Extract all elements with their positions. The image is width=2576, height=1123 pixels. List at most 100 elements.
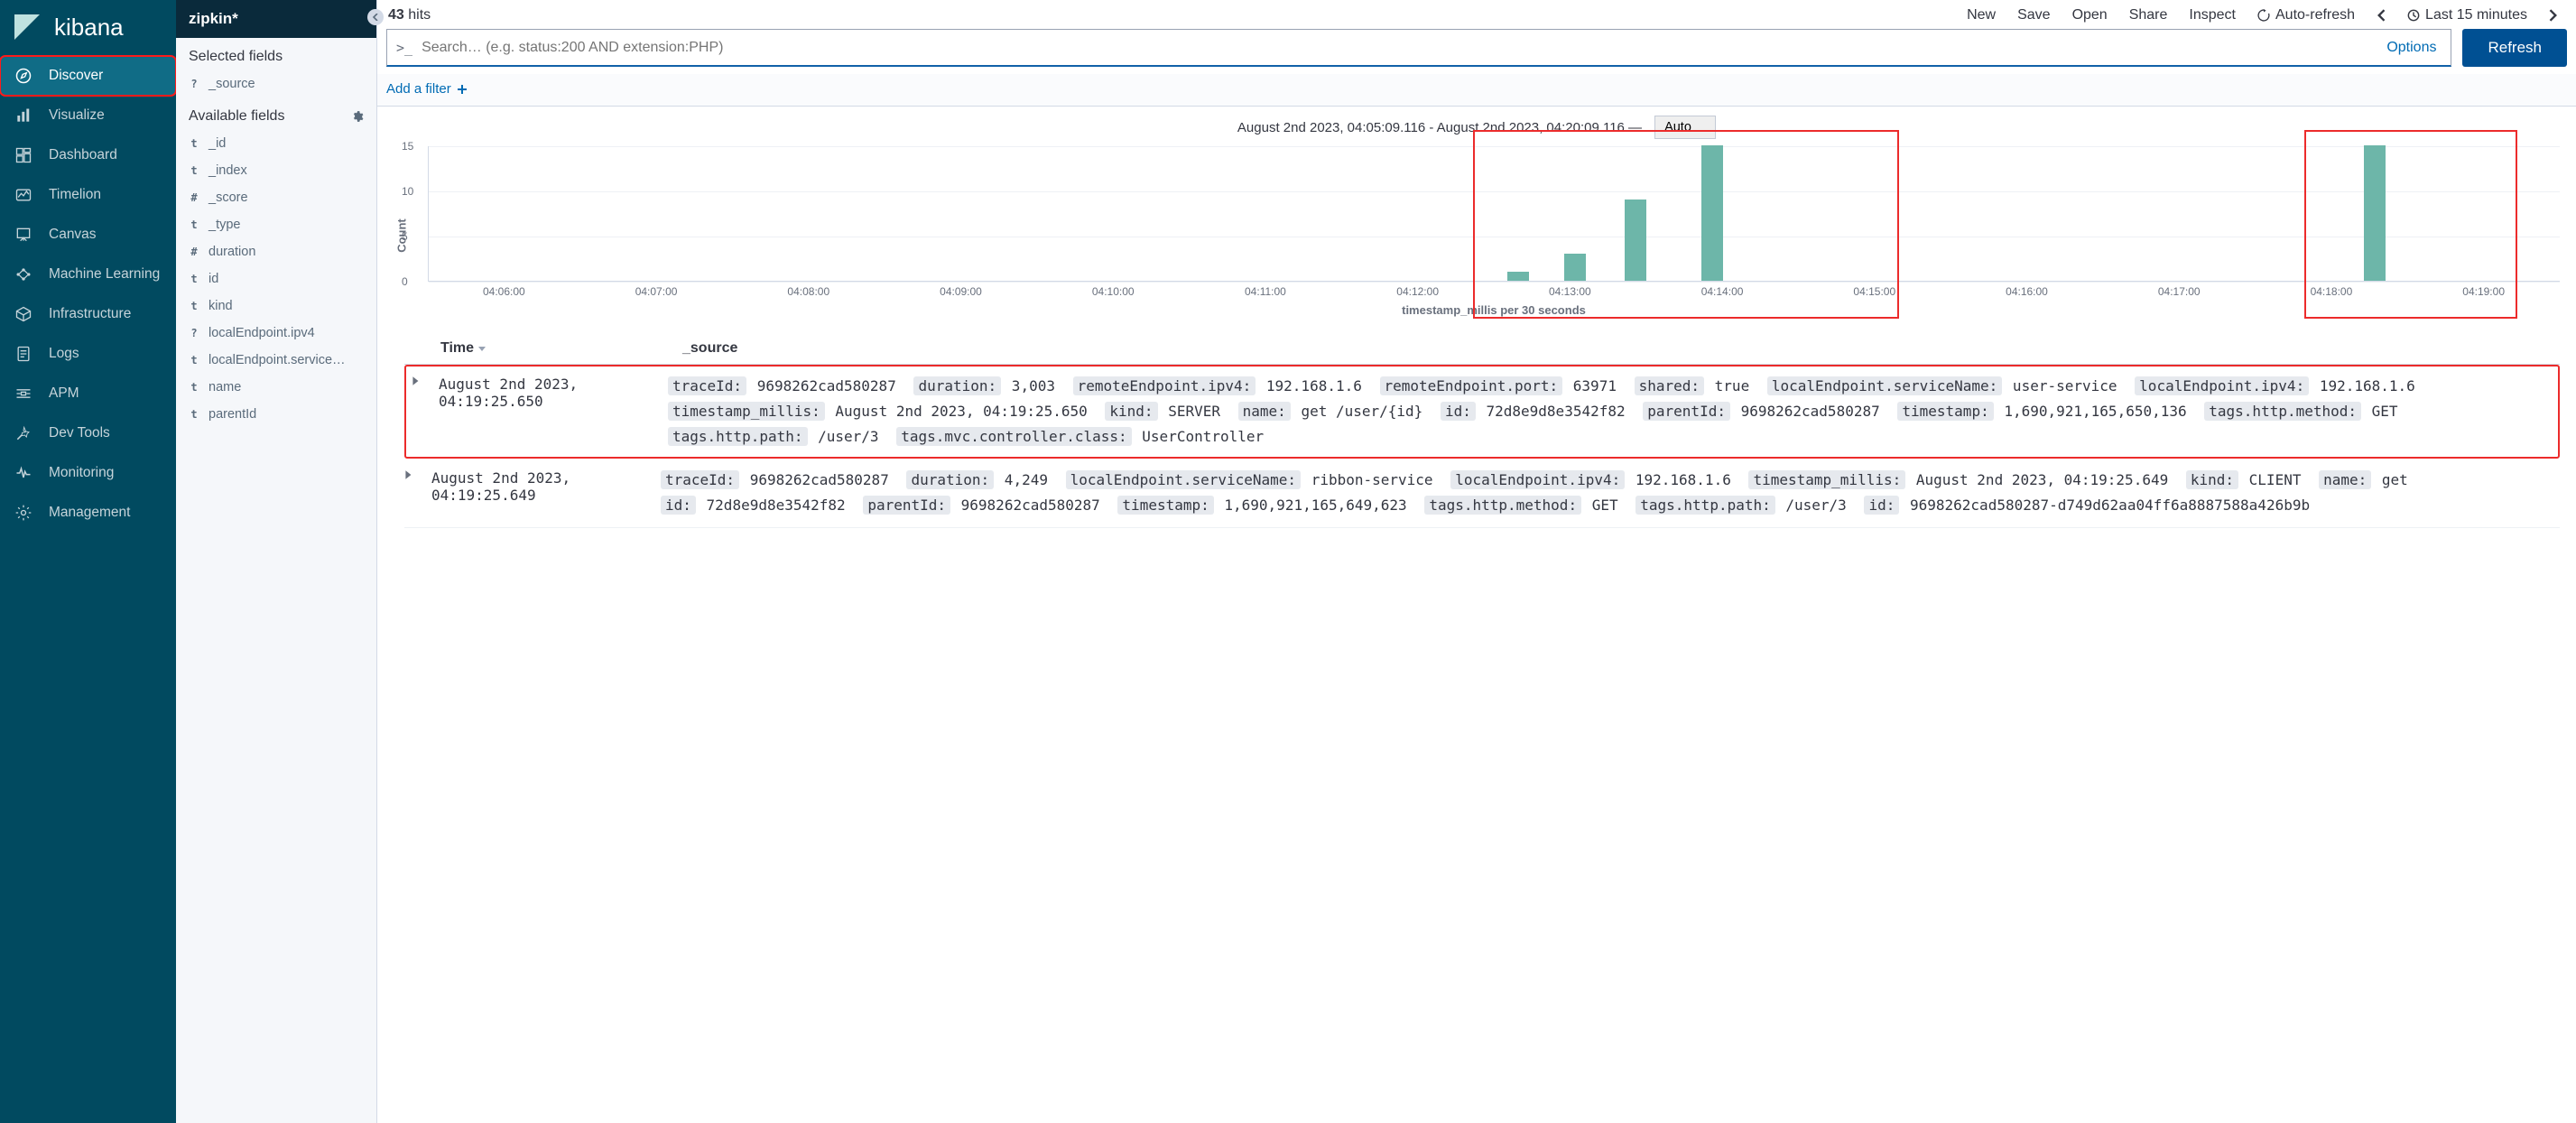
fields-settings-icon[interactable] (351, 110, 364, 123)
y-tick: 10 (402, 185, 413, 198)
open-button[interactable]: Open (2063, 4, 2117, 27)
field-type-icon: t (189, 273, 199, 285)
search-box[interactable]: >_ Options (386, 29, 2451, 67)
index-pattern-name: zipkin* (189, 10, 238, 28)
nav-item-visualize[interactable]: Visualize (0, 96, 176, 135)
field-type-icon: ? (189, 78, 199, 90)
hits-count: 43 hits (386, 7, 431, 23)
search-options-link[interactable]: Options (2381, 40, 2442, 56)
search-prompt-icon: >_ (396, 40, 412, 56)
kibana-brand[interactable]: kibana (0, 0, 176, 56)
x-tick: 04:19:00 (2462, 285, 2505, 298)
search-input[interactable] (422, 40, 2381, 56)
histogram-bar[interactable] (1701, 145, 1723, 281)
histogram-bar[interactable] (1625, 200, 1646, 281)
filter-bar: Add a filter (377, 74, 2576, 107)
topbar: 43 hits New Save Open Share Inspect Auto… (377, 0, 2576, 29)
nav-item-monitoring[interactable]: Monitoring (0, 453, 176, 493)
visualize-icon (14, 107, 32, 125)
plus-icon (457, 84, 468, 95)
field-type-icon: t (189, 381, 199, 394)
auto-refresh-button[interactable]: Auto-refresh (2248, 4, 2364, 27)
kibana-logo-icon (13, 13, 42, 42)
nav-item-apm[interactable]: APM (0, 374, 176, 413)
field--source[interactable]: ?_source (176, 70, 376, 97)
discover-main: 43 hits New Save Open Share Inspect Auto… (377, 0, 2576, 1123)
interval-select[interactable]: Auto (1654, 116, 1716, 139)
nav-item-devtools[interactable]: Dev Tools (0, 413, 176, 453)
field-type-icon: ? (189, 327, 199, 339)
nav-item-canvas[interactable]: Canvas (0, 215, 176, 255)
kibana-nav-sidebar: kibana DiscoverVisualizeDashboardTimelio… (0, 0, 176, 1123)
x-tick: 04:18:00 (2311, 285, 2353, 298)
x-tick: 04:08:00 (787, 285, 829, 298)
inspect-button[interactable]: Inspect (2180, 4, 2245, 27)
nav-item-logs[interactable]: Logs (0, 334, 176, 374)
doc-timestamp: August 2nd 2023, 04:19:25.650 (439, 374, 659, 410)
refresh-icon (2257, 9, 2270, 22)
x-tick: 04:15:00 (1853, 285, 1895, 298)
save-button[interactable]: Save (2008, 4, 2059, 27)
nav-item-infrastructure[interactable]: Infrastructure (0, 294, 176, 334)
expand-row-icon[interactable] (404, 468, 422, 480)
nav-item-timelion[interactable]: Timelion (0, 175, 176, 215)
histogram-bar[interactable] (1507, 272, 1529, 281)
field--score[interactable]: #_score (176, 184, 376, 211)
ml-icon (14, 265, 32, 283)
field-type-icon: t (189, 354, 199, 367)
doc-timestamp: August 2nd 2023, 04:19:25.649 (431, 468, 652, 504)
dashboard-icon (14, 146, 32, 164)
timepicker-prev-button[interactable] (2368, 5, 2395, 25)
index-pattern-selector[interactable]: zipkin* (176, 0, 376, 38)
clock-icon (2407, 9, 2420, 22)
brand-text: kibana (54, 14, 124, 42)
sort-desc-icon (477, 344, 486, 353)
new-button[interactable]: New (1958, 4, 2005, 27)
collapse-sidebar-icon[interactable] (367, 9, 384, 25)
infrastructure-icon (14, 305, 32, 323)
histogram-bar[interactable] (2364, 145, 2386, 281)
nav-item-dashboard[interactable]: Dashboard (0, 135, 176, 175)
x-tick: 04:09:00 (940, 285, 982, 298)
field-id[interactable]: tid (176, 265, 376, 292)
column-header-time[interactable]: Time (440, 340, 646, 357)
refresh-button[interactable]: Refresh (2462, 29, 2567, 67)
field-type-icon: # (189, 246, 199, 258)
canvas-icon (14, 226, 32, 244)
field-type-icon: t (189, 164, 199, 177)
field-localEndpoint-ipv4[interactable]: ?localEndpoint.ipv4 (176, 320, 376, 347)
y-tick: 5 (402, 230, 408, 243)
field-type-icon: t (189, 300, 199, 312)
field-localEndpoint-service-[interactable]: tlocalEndpoint.service… (176, 347, 376, 374)
discover-icon (14, 67, 32, 85)
field--index[interactable]: t_index (176, 157, 376, 184)
nav-item-management[interactable]: Management (0, 493, 176, 533)
nav-item-ml[interactable]: Machine Learning (0, 255, 176, 294)
field-name[interactable]: tname (176, 374, 376, 401)
expand-row-icon[interactable] (412, 374, 430, 386)
field--type[interactable]: t_type (176, 211, 376, 238)
nav-item-discover[interactable]: Discover (0, 56, 176, 96)
field-parentId[interactable]: tparentId (176, 401, 376, 428)
apm-icon (14, 385, 32, 403)
histogram-bar[interactable] (1564, 254, 1586, 281)
field-kind[interactable]: tkind (176, 292, 376, 320)
field-duration[interactable]: #duration (176, 238, 376, 265)
histogram-chart[interactable]: Count 051015 04:06:0004:07:0004:08:0004:… (377, 143, 2576, 328)
management-icon (14, 504, 32, 522)
share-button[interactable]: Share (2120, 4, 2177, 27)
table-row: August 2nd 2023, 04:19:25.649traceId: 96… (404, 459, 2560, 528)
column-header-source[interactable]: _source (682, 340, 737, 357)
field-type-icon: t (189, 137, 199, 150)
x-tick: 04:10:00 (1092, 285, 1135, 298)
x-tick: 04:12:00 (1396, 285, 1439, 298)
add-filter-button[interactable]: Add a filter (386, 81, 468, 97)
timepicker-next-button[interactable] (2540, 5, 2567, 25)
field--id[interactable]: t_id (176, 130, 376, 157)
x-tick: 04:06:00 (483, 285, 525, 298)
timepicker-button[interactable]: Last 15 minutes (2398, 4, 2536, 27)
field-type-icon: t (189, 218, 199, 231)
selected-fields-heading: Selected fields (176, 38, 376, 70)
x-tick: 04:11:00 (1245, 285, 1286, 298)
field-type-icon: t (189, 408, 199, 421)
